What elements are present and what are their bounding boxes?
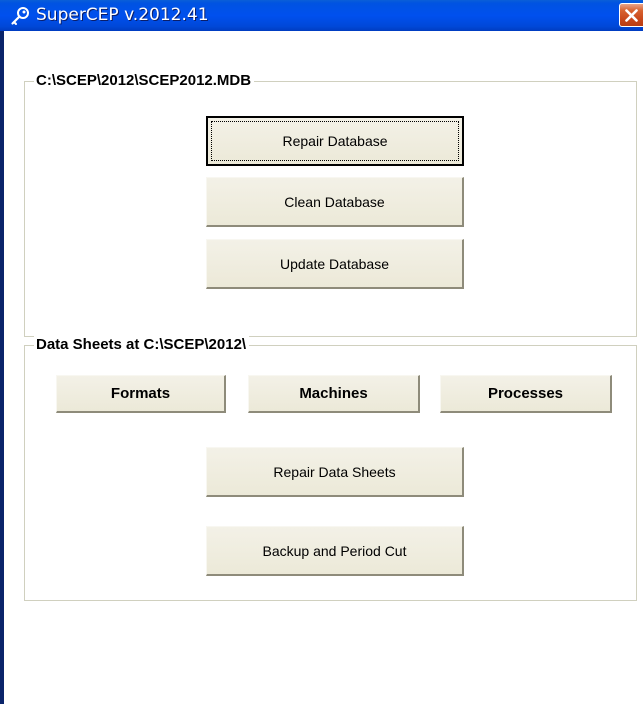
title-bar[interactable]: SuperCEP v.2012.41 xyxy=(0,0,643,31)
clean-database-button[interactable]: Clean Database xyxy=(206,177,464,227)
processes-button[interactable]: Processes xyxy=(440,375,612,413)
close-icon xyxy=(625,9,638,22)
key-icon xyxy=(10,6,30,26)
app-window: SuperCEP v.2012.41 C:\SCEP\2012\SCEP2012… xyxy=(0,0,643,704)
repair-database-button[interactable]: Repair Database xyxy=(206,116,464,166)
update-database-button[interactable]: Update Database xyxy=(206,239,464,289)
database-group-legend: C:\SCEP\2012\SCEP2012.MDB xyxy=(34,72,255,90)
client-area: C:\SCEP\2012\SCEP2012.MDB Repair Databas… xyxy=(4,31,643,704)
machines-button[interactable]: Machines xyxy=(248,375,420,413)
window-title: SuperCEP v.2012.41 xyxy=(36,5,209,25)
backup-period-cut-button[interactable]: Backup and Period Cut xyxy=(206,526,464,576)
close-button[interactable] xyxy=(619,3,643,27)
formats-button[interactable]: Formats xyxy=(56,375,226,413)
repair-data-sheets-button[interactable]: Repair Data Sheets xyxy=(206,447,464,497)
datasheets-group-legend: Data Sheets at C:\SCEP\2012\ xyxy=(34,336,250,354)
